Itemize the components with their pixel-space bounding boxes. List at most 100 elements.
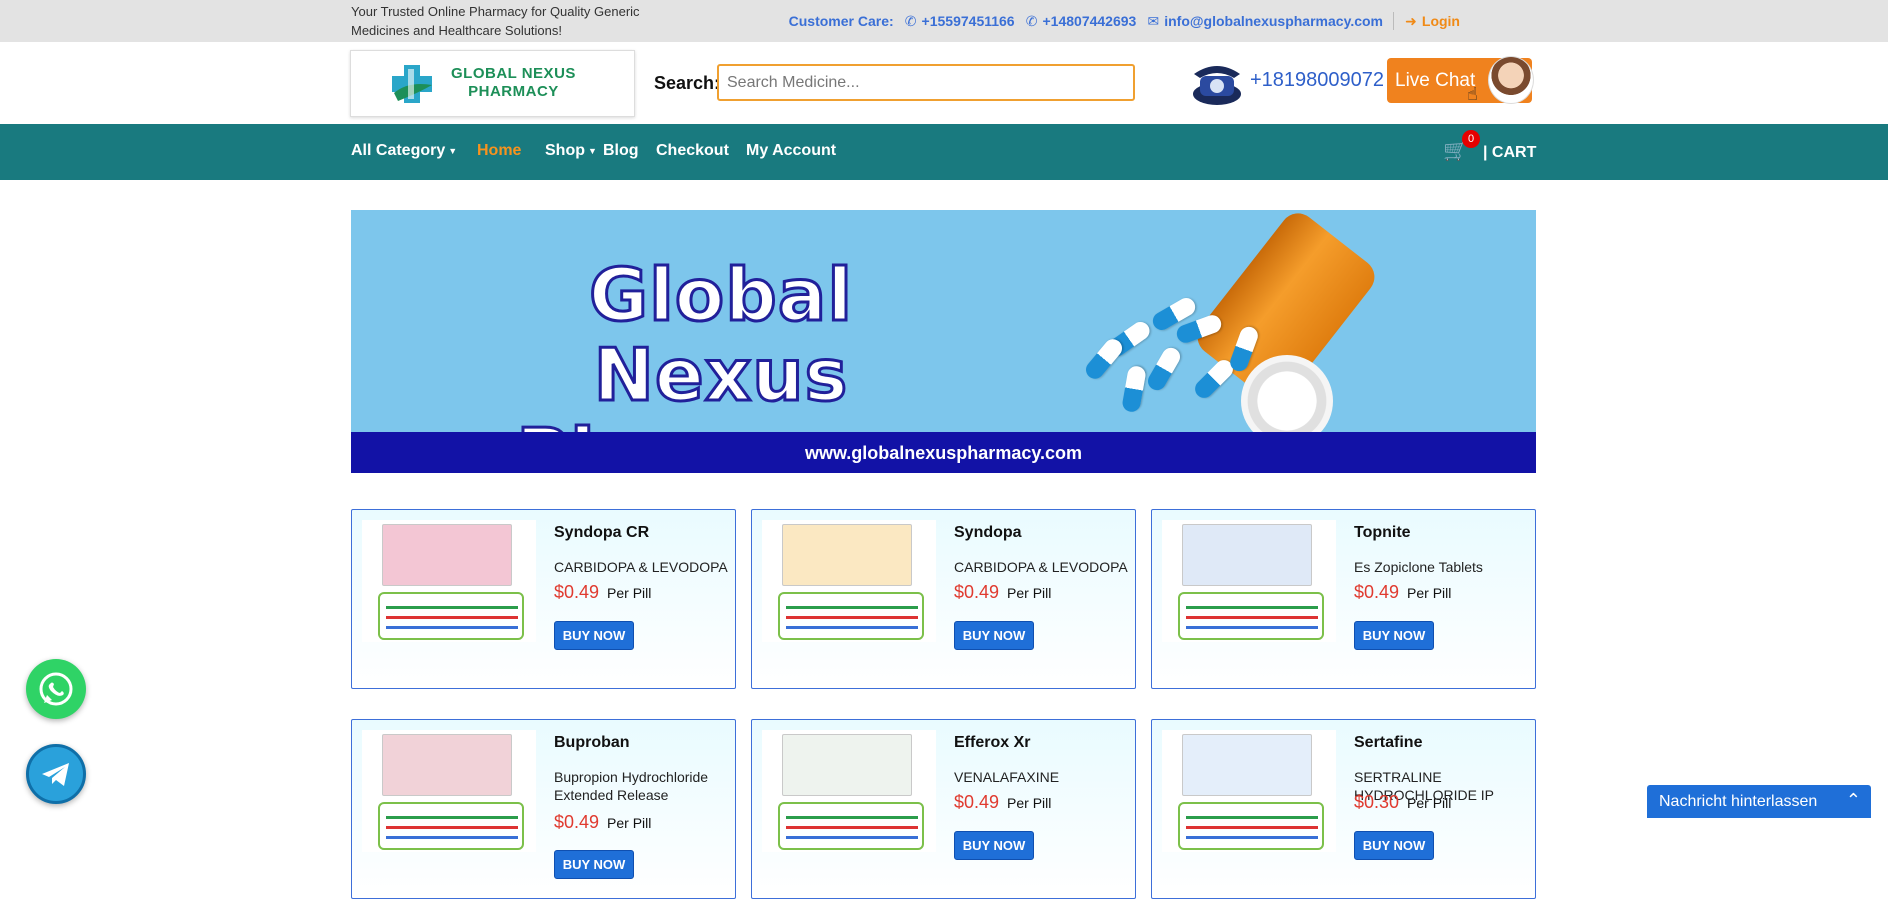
email-link[interactable]: ✉ info@globalnexuspharmacy.com [1146, 13, 1383, 30]
product-card[interactable]: Syndopa CARBIDOPA & LEVODOPA $0.49 Per Pill… [751, 509, 1136, 689]
price-row: $0.30 Per Pill [1354, 792, 1451, 813]
phone-icon: ✆ [904, 12, 917, 29]
pharmacy-label-graphic [1178, 802, 1324, 850]
product-image[interactable] [762, 520, 936, 642]
divider [1393, 12, 1394, 30]
product-generic-name: Es Zopiclone Tablets [1354, 559, 1483, 575]
leave-message-label: Nachricht hinterlassen [1659, 793, 1818, 810]
product-card[interactable]: Efferox Xr VENALAFAXINE $0.49 Per Pill BUY N… [751, 719, 1136, 899]
envelope-icon: ✉ [1147, 12, 1160, 29]
chevron-down-icon: ▼ [448, 145, 458, 156]
price-row: $0.49 Per Pill [954, 582, 1051, 603]
pharmacy-label-graphic [378, 802, 524, 850]
login-icon: ➜ [1405, 12, 1417, 29]
product-price: $0.30 [1354, 792, 1400, 812]
chevron-up-icon: ⌃ [1845, 790, 1861, 810]
pharmacy-label-graphic [1178, 592, 1324, 640]
cart-link[interactable]: | CART [1483, 144, 1536, 162]
price-unit: Per Pill [1407, 585, 1452, 601]
hero-banner: Global Nexus Pharmacy www.globalnexuspha… [351, 210, 1536, 473]
live-chat-button[interactable]: Live Chat ☝ [1387, 56, 1534, 104]
price-row: $0.49 Per Pill [954, 792, 1051, 813]
capsule-graphic [1121, 364, 1147, 414]
pharmacy-label-graphic [778, 802, 924, 850]
price-row: $0.49 Per Pill [554, 812, 651, 833]
whatsapp-icon [39, 672, 73, 706]
product-name[interactable]: Buproban [554, 734, 630, 752]
buy-now-button[interactable]: BUY NOW [1354, 621, 1434, 650]
nav-my-account[interactable]: My Account [746, 142, 836, 160]
product-price: $0.49 [554, 812, 600, 832]
telegram-button[interactable] [26, 744, 86, 804]
product-price: $0.49 [1354, 582, 1400, 602]
phone-icon: ✆ [1025, 12, 1038, 29]
buy-now-button[interactable]: BUY NOW [1354, 831, 1434, 860]
medicine-box-graphic [382, 734, 512, 796]
product-price: $0.49 [954, 792, 1000, 812]
pharmacy-label-graphic [778, 592, 924, 640]
product-generic-name: Bupropion Hydrochloride Extended Release [554, 769, 709, 803]
buy-now-button[interactable]: BUY NOW [954, 621, 1034, 650]
nav-shop[interactable]: Shop ▼ [545, 142, 597, 160]
contact-bar: Customer Care: ✆ +15597451166 ✆ +1480744… [789, 12, 1460, 30]
product-name[interactable]: Sertafine [1354, 734, 1422, 752]
customer-care-label: Customer Care: [788, 13, 894, 29]
product-name[interactable]: Syndopa CR [554, 524, 649, 542]
tagline: Your Trusted Online Pharmacy for Quality… [351, 4, 640, 38]
medicine-box-graphic [782, 524, 912, 586]
telephone-icon [1193, 66, 1241, 105]
buy-now-button[interactable]: BUY NOW [954, 831, 1034, 860]
leave-message-widget[interactable]: Nachricht hinterlassen ⌃ [1647, 785, 1871, 818]
product-name[interactable]: Topnite [1354, 524, 1411, 542]
price-unit: Per Pill [607, 585, 652, 601]
product-card[interactable]: Syndopa CR CARBIDOPA & LEVODOPA $0.49 Per P… [351, 509, 736, 689]
product-generic-name: CARBIDOPA & LEVODOPA [954, 559, 1128, 575]
live-chat-label: Live Chat [1395, 70, 1476, 91]
capsule-graphic [1082, 335, 1126, 383]
buy-now-button[interactable]: BUY NOW [554, 621, 634, 650]
medicine-box-graphic [1182, 524, 1312, 586]
product-image[interactable] [1162, 730, 1336, 852]
search-input[interactable] [717, 64, 1135, 101]
header: GLOBAL NEXUS PHARMACY Search: +181980090… [0, 42, 1888, 124]
product-image[interactable] [362, 730, 536, 852]
price-unit: Per Pill [1007, 585, 1052, 601]
telegram-icon [42, 763, 69, 786]
product-image[interactable] [362, 520, 536, 642]
nav-all-category[interactable]: All Category ▼ [351, 142, 457, 160]
product-price: $0.49 [954, 582, 1000, 602]
main-nav: All Category ▼ Home Shop ▼ Blog Checkout M… [0, 124, 1888, 180]
nav-checkout[interactable]: Checkout [656, 142, 729, 160]
chevron-down-icon: ▼ [588, 145, 597, 156]
product-name[interactable]: Efferox Xr [954, 734, 1030, 752]
top-bar: Your Trusted Online Pharmacy for Quality… [0, 0, 1888, 42]
capsule-graphic [1144, 344, 1184, 394]
logo-cross-icon [392, 65, 432, 103]
price-unit: Per Pill [1007, 795, 1052, 811]
medicine-box-graphic [1182, 734, 1312, 796]
hand-cursor-icon: ☝ [1467, 84, 1478, 104]
phone-link-1[interactable]: ✆ +15597451166 [904, 13, 1015, 30]
phone-link-2[interactable]: ✆ +14807442693 [1025, 13, 1137, 30]
pharmacy-label-graphic [378, 592, 524, 640]
product-card[interactable]: Topnite Es Zopiclone Tablets $0.49 Per Pill… [1151, 509, 1536, 689]
product-card[interactable]: Buproban Bupropion Hydrochloride Extended… [351, 719, 736, 899]
price-unit: Per Pill [607, 815, 652, 831]
product-name[interactable]: Syndopa [954, 524, 1022, 542]
price-unit: Per Pill [1407, 795, 1452, 811]
login-link[interactable]: ➜ Login [1404, 13, 1460, 30]
buy-now-button[interactable]: BUY NOW [554, 850, 634, 879]
header-phone-link[interactable]: +18198009072 [1250, 69, 1384, 92]
banner-url: www.globalnexuspharmacy.com [804, 443, 1083, 463]
product-card[interactable]: Sertafine SERTRALINE HYDROCHLORIDE IP $0.3… [1151, 719, 1536, 899]
nav-blog[interactable]: Blog [603, 142, 639, 160]
cart-count-badge: 0 [1462, 130, 1480, 148]
medicine-box-graphic [382, 524, 512, 586]
product-image[interactable] [762, 730, 936, 852]
nav-home[interactable]: Home [477, 142, 521, 160]
product-price: $0.49 [554, 582, 600, 602]
product-image[interactable] [1162, 520, 1336, 642]
price-row: $0.49 Per Pill [1354, 582, 1451, 603]
site-logo[interactable]: GLOBAL NEXUS PHARMACY [350, 50, 635, 117]
whatsapp-button[interactable] [26, 659, 86, 719]
